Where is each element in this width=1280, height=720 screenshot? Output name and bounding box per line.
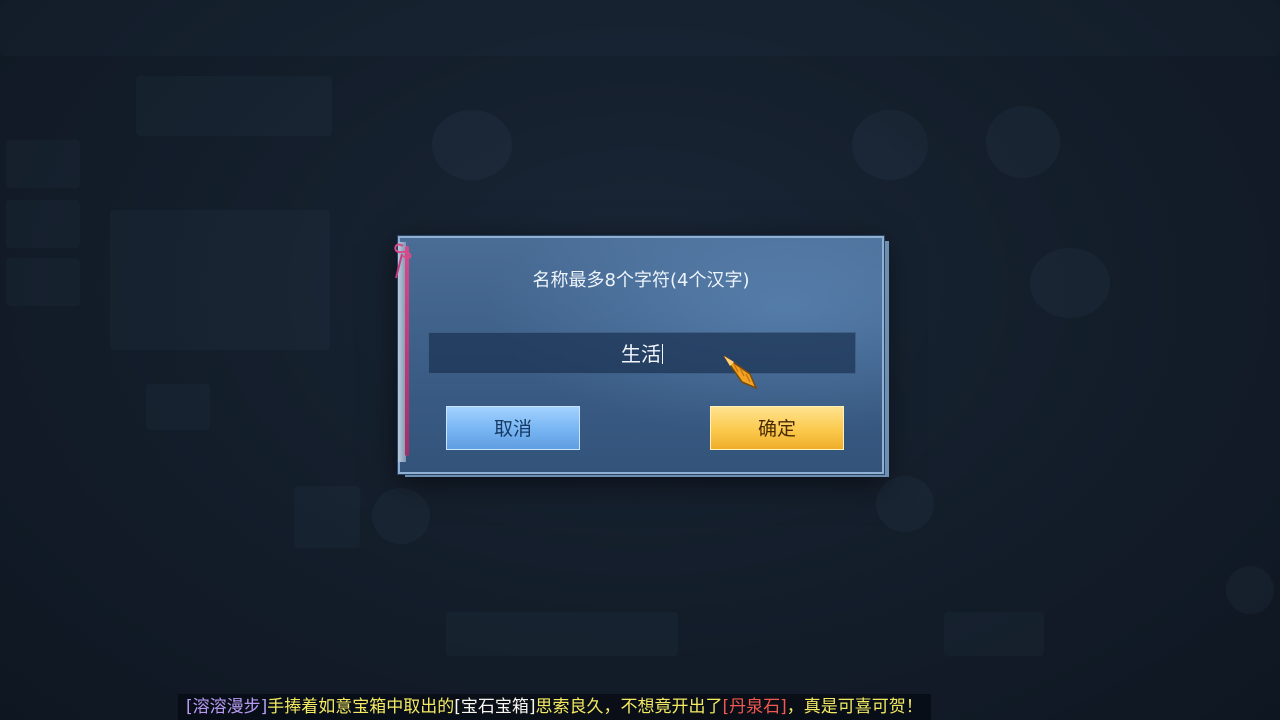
rename-dialog: 名称最多8个字符(4个汉字) 生活 取消 确定 bbox=[394, 236, 884, 474]
broadcast-player-name: [溶溶漫步] bbox=[186, 697, 268, 717]
broadcast-text-3: ，真是可喜可贺！ bbox=[786, 697, 923, 717]
system-broadcast-banner: [溶溶漫步]手捧着如意宝箱中取出的[宝石宝箱]思索良久，不想竟开出了[丹泉石]，… bbox=[178, 694, 931, 720]
text-caret bbox=[662, 344, 663, 364]
dialog-title: 名称最多8个字符(4个汉字) bbox=[532, 270, 750, 291]
confirm-button[interactable]: 确定 bbox=[710, 406, 844, 450]
broadcast-reward-name: [丹泉石] bbox=[722, 697, 787, 717]
name-input-value: 生活 bbox=[621, 342, 661, 366]
broadcast-item-name: [宝石宝箱] bbox=[454, 697, 536, 717]
carrot-cursor-icon bbox=[723, 355, 758, 390]
broadcast-text-1: 手捧着如意宝箱中取出的 bbox=[267, 697, 455, 717]
name-input[interactable]: 生活 bbox=[428, 332, 856, 374]
broadcast-text-2: 思索良久，不想竟开出了 bbox=[535, 697, 723, 717]
cancel-button[interactable]: 取消 bbox=[446, 406, 580, 450]
